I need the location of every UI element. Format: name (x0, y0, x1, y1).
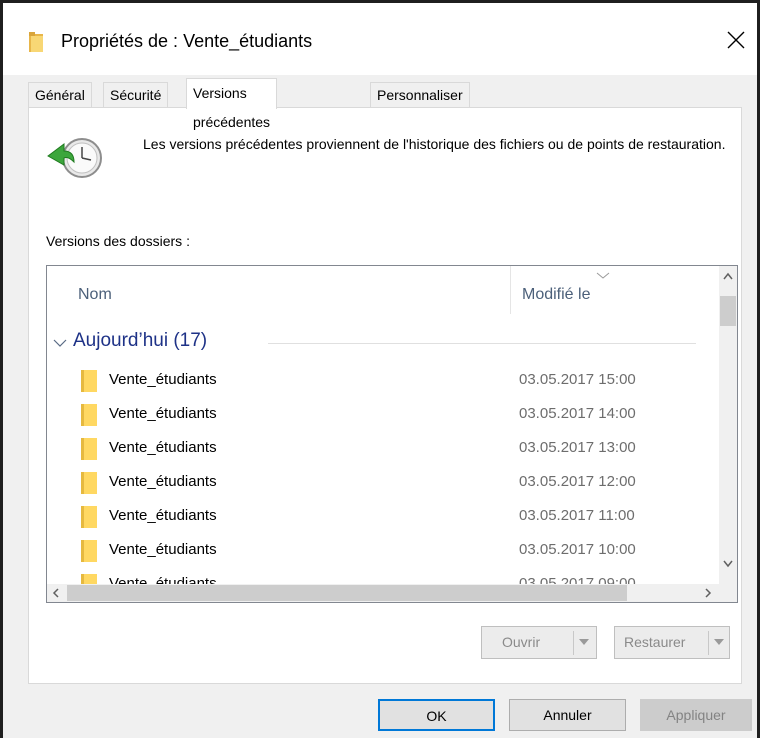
list-item[interactable]: Vente_étudiants 03.05.2017 15:00 (47, 364, 697, 398)
scroll-down-icon[interactable] (719, 552, 737, 574)
open-button[interactable]: Ouvrir (481, 626, 597, 659)
item-date: 03.05.2017 10:00 (519, 541, 636, 558)
versions-label: Versions des dossiers : (46, 233, 190, 249)
restore-clock-icon (47, 138, 102, 178)
column-separator[interactable] (510, 266, 511, 314)
folder-icon (29, 32, 43, 52)
tab-security[interactable]: Sécurité (103, 82, 169, 108)
list-item[interactable]: Vente_étudiants 03.05.2017 14:00 (47, 398, 697, 432)
folder-icon (81, 438, 97, 460)
list-item[interactable]: Vente_étudiants 03.05.2017 13:00 (47, 432, 697, 466)
folder-icon (81, 404, 97, 426)
folder-icon (81, 472, 97, 494)
list-item[interactable]: Vente_étudiants 03.05.2017 11:00 (47, 500, 697, 534)
folder-icon (81, 506, 97, 528)
item-date: 03.05.2017 15:00 (519, 371, 636, 388)
title-bar[interactable]: Propriétés de : Vente_étudiants (3, 3, 757, 75)
item-date: 03.05.2017 12:00 (519, 473, 636, 490)
group-header[interactable]: Aujourd’hui (17) (53, 328, 696, 358)
horizontal-scroll-thumb[interactable] (67, 585, 627, 601)
scroll-up-icon[interactable] (719, 266, 737, 288)
column-header-modified[interactable]: Modifié le (522, 266, 590, 324)
window-title: Propriétés de : Vente_étudiants (61, 31, 313, 51)
apply-button[interactable]: Appliquer (640, 699, 752, 731)
dropdown-arrow-icon[interactable] (712, 635, 726, 649)
folder-icon (81, 370, 97, 392)
vertical-scroll-thumb[interactable] (720, 296, 736, 326)
group-divider (268, 343, 696, 344)
item-name: Vente_étudiants (109, 507, 217, 524)
item-name: Vente_étudiants (109, 405, 217, 422)
restore-button-label: Restaurer (624, 634, 686, 650)
list-item[interactable]: Vente_étudiants 03.05.2017 10:00 (47, 534, 697, 568)
open-button-label: Ouvrir (502, 634, 541, 650)
scroll-corner (719, 584, 737, 602)
scroll-left-icon[interactable] (47, 584, 65, 602)
item-name: Vente_étudiants (109, 541, 217, 558)
restore-button[interactable]: Restaurer (614, 626, 730, 659)
dropdown-arrow-icon[interactable] (577, 635, 591, 649)
item-date: 03.05.2017 14:00 (519, 405, 636, 422)
item-name: Vente_étudiants (109, 439, 217, 456)
tab-previous-versions[interactable]: Versions précédentes (186, 78, 278, 130)
item-name: Vente_étudiants (109, 371, 217, 388)
item-date: 03.05.2017 13:00 (519, 439, 636, 456)
scroll-right-icon[interactable] (699, 584, 717, 602)
ok-button[interactable]: OK (378, 699, 495, 731)
item-name: Vente_étudiants (109, 473, 217, 490)
restore-button-separator (708, 631, 709, 655)
cancel-button[interactable]: Annuler (509, 699, 626, 731)
tab-customize[interactable]: Personnaliser (370, 82, 470, 108)
open-button-separator (573, 631, 574, 655)
group-label: Aujourd’hui (17) (73, 330, 208, 351)
column-header-name[interactable]: Nom (78, 266, 112, 324)
folder-icon (81, 540, 97, 562)
chevron-down-icon[interactable] (53, 338, 67, 348)
vertical-scrollbar[interactable] (719, 266, 737, 584)
versions-list[interactable]: Nom Modifié le Aujourd’hui (17) Vente_ét… (46, 265, 738, 603)
list-item[interactable]: Vente_étudiants 03.05.2017 12:00 (47, 466, 697, 500)
tab-general[interactable]: Général (28, 82, 92, 108)
item-date: 03.05.2017 11:00 (519, 507, 635, 524)
close-icon[interactable] (719, 23, 753, 57)
horizontal-scrollbar[interactable] (47, 584, 737, 602)
sort-chevron-icon (596, 272, 610, 279)
info-text: Les versions précédentes proviennent de … (143, 136, 726, 152)
